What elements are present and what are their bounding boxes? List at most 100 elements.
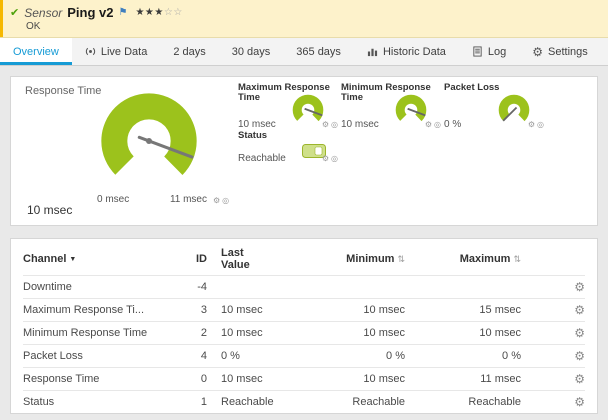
channel-maximum: 0 % <box>502 350 521 362</box>
gauge-min-label: 0 msec <box>97 194 130 205</box>
status-value: Reachable <box>238 153 286 164</box>
table-row-minimum-response-time[interactable]: Minimum Response Time 2 10 msec 10 msec … <box>23 321 585 344</box>
tab-30-days[interactable]: 30 days <box>219 38 284 65</box>
primary-channel-label: Response Time <box>25 85 102 97</box>
gauge-settings-icon[interactable]: ⚙ <box>213 196 220 205</box>
channel-name[interactable]: Maximum Response Ti... <box>23 304 173 316</box>
column-header-id[interactable]: ID <box>173 253 211 265</box>
gauge-settings-icon[interactable]: ⚙ <box>528 120 535 129</box>
gauge-pin-icon[interactable]: ◎ <box>222 196 229 205</box>
tab-live-data[interactable]: Live Data <box>72 38 160 65</box>
table-row-response-time[interactable]: Response Time 0 10 msec 10 msec 11 msec … <box>23 367 585 390</box>
channel-id: 1 <box>200 396 207 408</box>
table-row-packet-loss[interactable]: Packet Loss 4 0 % 0 % 0 % ⚙ <box>23 344 585 367</box>
channel-id: 2 <box>200 327 207 339</box>
channel-settings-icon[interactable]: ⚙ <box>574 372 585 386</box>
tab-settings[interactable]: ⚙ Settings <box>519 38 601 65</box>
channel-minimum: Reachable <box>352 396 405 408</box>
channel-minimum: 10 msec <box>363 304 405 316</box>
tab-30-days-label: 30 days <box>231 45 271 58</box>
table-row-status[interactable]: Status 1 Reachable Reachable Reachable ⚙ <box>23 390 585 413</box>
object-kind-label: Sensor <box>24 5 63 20</box>
channel-minimum: 0 % <box>386 350 405 362</box>
mini-gauge-maximum-response-time: Maximum Response Time 10 msec ⚙ ◎ <box>238 83 338 131</box>
column-header-channel-label: Channel <box>23 253 67 265</box>
gauge-pin-icon[interactable]: ◎ <box>434 120 441 129</box>
channel-last-value: 10 msec <box>221 327 263 339</box>
channel-settings-icon[interactable]: ⚙ <box>574 326 585 340</box>
channel-table-header: Channel ▼ ID Last Value Minimum ⇅ Maximum ⇅ <box>23 243 585 275</box>
sensor-tab-bar: Overview Live Data 2 days 30 days 365 da… <box>0 38 608 66</box>
column-header-last-value-label: Last Value <box>221 247 250 271</box>
column-header-minimum[interactable]: Minimum ⇅ <box>309 253 407 265</box>
ok-check-icon: ✔ <box>10 7 20 19</box>
priority-stars[interactable]: ★★★☆☆ <box>135 7 182 18</box>
bar-chart-icon <box>367 46 378 57</box>
column-header-last-value[interactable]: Last Value <box>211 247 309 271</box>
tab-overview[interactable]: Overview <box>0 38 72 65</box>
response-time-value: 10 msec <box>27 203 73 217</box>
mini-gauge-value: 10 msec <box>238 119 276 130</box>
mini-gauge-packet-loss: Packet Loss 0 % ⚙ ◎ <box>444 83 544 131</box>
channel-id: -4 <box>197 281 207 293</box>
gauge-pin-icon[interactable]: ◎ <box>331 154 338 163</box>
stars-empty: ☆☆ <box>163 7 183 18</box>
gauge-settings-icon[interactable]: ⚙ <box>322 120 329 129</box>
channel-minimum: 10 msec <box>363 327 405 339</box>
gear-icon: ⚙ <box>532 44 544 59</box>
tab-log[interactable]: Log <box>459 38 519 65</box>
tab-365-days[interactable]: 365 days <box>283 38 354 65</box>
tab-overview-label: Overview <box>13 45 59 58</box>
gauge-icons: ⚙ ◎ <box>211 194 229 206</box>
channel-id: 4 <box>200 350 207 362</box>
overview-gauges-panel: Response Time 0 msec 11 msec ⚙ ◎ 10 msec … <box>10 76 598 226</box>
table-row-maximum-response-time[interactable]: Maximum Response Ti... 3 10 msec 10 msec… <box>23 298 585 321</box>
tab-2-days[interactable]: 2 days <box>160 38 218 65</box>
table-row-downtime[interactable]: Downtime -4 ⚙ <box>23 275 585 298</box>
channel-settings-icon[interactable]: ⚙ <box>574 280 585 294</box>
response-time-gauge <box>101 93 197 189</box>
sort-desc-icon: ▼ <box>69 255 77 263</box>
column-header-maximum[interactable]: Maximum ⇅ <box>407 253 523 265</box>
channel-table-panel: Channel ▼ ID Last Value Minimum ⇅ Maximum ⇅… <box>10 238 598 414</box>
tab-365-days-label: 365 days <box>296 45 341 58</box>
gauge-pin-icon[interactable]: ◎ <box>331 120 338 129</box>
sensor-title: Ping v2 <box>67 5 114 20</box>
channel-name[interactable]: Packet Loss <box>23 350 173 362</box>
channel-maximum: Reachable <box>468 396 521 408</box>
sensor-header: ✔ Sensor Ping v2 ⚑ ★★★☆☆ OK <box>0 0 608 38</box>
gauge-max-label: 11 msec <box>169 194 207 205</box>
channel-name[interactable]: Response Time <box>23 373 173 385</box>
column-header-maximum-label: Maximum <box>459 253 511 265</box>
channel-name[interactable]: Minimum Response Time <box>23 327 173 339</box>
status-title: Status <box>238 130 268 141</box>
channel-id: 3 <box>200 304 207 316</box>
mini-gauge-value: 0 % <box>444 119 462 130</box>
gauge-settings-icon[interactable]: ⚙ <box>322 154 329 163</box>
channel-last-value: 0 % <box>221 350 240 362</box>
channel-maximum: 10 msec <box>479 327 521 339</box>
stars-filled: ★★★ <box>135 7 164 18</box>
sort-both-icon: ⇅ <box>513 254 521 264</box>
channel-last-value: Reachable <box>221 396 274 408</box>
flag-icon[interactable]: ⚑ <box>119 7 128 18</box>
channel-name[interactable]: Status <box>23 396 173 408</box>
tab-historic-data[interactable]: Historic Data <box>354 38 459 65</box>
sensor-header-row: ✔ Sensor Ping v2 ⚑ ★★★☆☆ <box>10 5 598 20</box>
channel-name[interactable]: Downtime <box>23 281 173 293</box>
column-header-channel[interactable]: Channel ▼ <box>23 253 173 265</box>
channel-last-value: 10 msec <box>221 373 263 385</box>
status-channel-block: Status Reachable ⚙ ◎ <box>238 131 338 177</box>
channel-settings-icon[interactable]: ⚙ <box>574 303 585 317</box>
channel-minimum: 10 msec <box>363 373 405 385</box>
gauge-pin-icon[interactable]: ◎ <box>537 120 544 129</box>
channel-settings-icon[interactable]: ⚙ <box>574 349 585 363</box>
gauge-settings-icon[interactable]: ⚙ <box>425 120 432 129</box>
log-icon <box>472 46 483 57</box>
channel-settings-icon[interactable]: ⚙ <box>574 395 585 409</box>
tab-historic-data-label: Historic Data <box>382 45 446 58</box>
tab-live-data-label: Live Data <box>100 45 148 58</box>
gauge-scale-labels: 0 msec 11 msec <box>97 194 207 205</box>
sort-both-icon: ⇅ <box>397 254 405 264</box>
mini-gauge-minimum-response-time: Minimum Response Time 10 msec ⚙ ◎ <box>341 83 441 131</box>
